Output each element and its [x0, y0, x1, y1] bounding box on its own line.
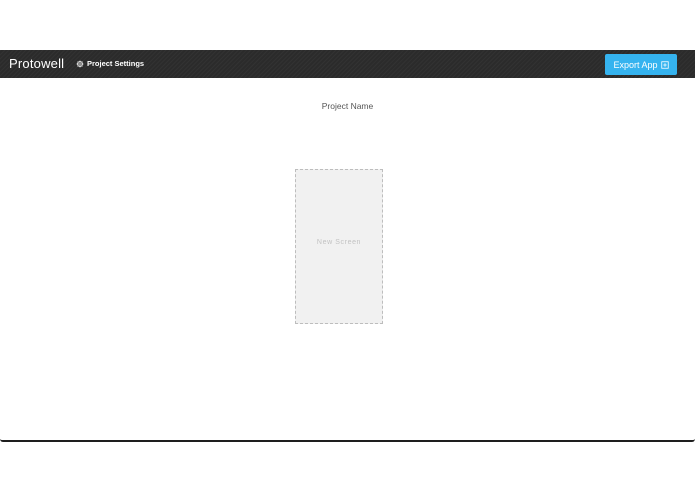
new-screen-label: New Screen [316, 239, 362, 246]
export-app-button[interactable]: Export App [605, 54, 677, 75]
project-settings-button[interactable]: Project Settings [76, 58, 144, 70]
project-settings-label: Project Settings [87, 59, 145, 68]
gear-icon [76, 60, 84, 68]
project-name-title[interactable]: Project Name [0, 100, 695, 112]
export-app-label: Export App [613, 59, 658, 70]
new-screen-placeholder[interactable]: New Screen [295, 169, 383, 324]
app-window: Protowell Project Settings Export App Pr… [0, 50, 695, 442]
export-box-icon [660, 60, 669, 69]
top-navbar: Protowell Project Settings Export App [0, 50, 695, 78]
app-brand[interactable]: Protowell [9, 56, 64, 72]
